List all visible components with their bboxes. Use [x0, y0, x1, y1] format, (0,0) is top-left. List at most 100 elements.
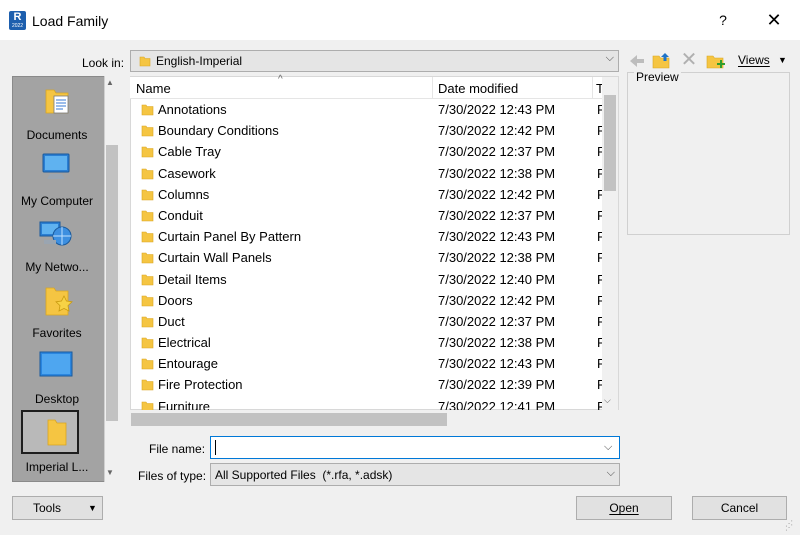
scroll-up-icon[interactable]: ▲	[106, 78, 114, 87]
file-rows: Annotations 7/30/2022 12:43 PM F Boundary C…	[131, 99, 605, 410]
list-item[interactable]: Curtain Wall Panels 7/30/2022 12:38 PM F	[131, 247, 605, 268]
chevron-down-icon[interactable]: ⌵	[604, 441, 612, 454]
list-item[interactable]: Electrical 7/30/2022 12:38 PM F	[131, 332, 605, 353]
file-name: Conduit	[158, 207, 203, 223]
file-name: Boundary Conditions	[158, 123, 279, 139]
folder-icon	[141, 147, 154, 158]
place-desktop[interactable]: Desktop	[12, 346, 102, 410]
preview-panel	[627, 72, 790, 235]
dropdown-arrow-icon: ▼	[88, 503, 97, 513]
text-cursor	[215, 440, 216, 455]
dialog-title: Load Family	[32, 13, 109, 29]
file-name: Entourage	[158, 356, 218, 372]
list-item[interactable]: Boundary Conditions 7/30/2022 12:42 PM F	[131, 120, 605, 141]
list-item[interactable]: Doors 7/30/2022 12:42 PM F	[131, 290, 605, 311]
tools-label: Tools	[33, 501, 62, 515]
sort-ascending-icon: ^	[278, 74, 283, 85]
scroll-down-icon[interactable]: ▼	[106, 468, 114, 477]
back-arrow-icon[interactable]	[628, 52, 646, 70]
place-favorites[interactable]: Favorites	[12, 280, 102, 344]
list-item[interactable]: Columns 7/30/2022 12:42 PM F	[131, 184, 605, 205]
list-item[interactable]: Casework 7/30/2022 12:38 PM F	[131, 163, 605, 184]
column-divider[interactable]	[432, 77, 433, 99]
column-date-modified[interactable]: Date modified	[438, 81, 518, 96]
file-date: 7/30/2022 12:37 PM	[438, 144, 556, 160]
file-date: 7/30/2022 12:43 PM	[438, 102, 556, 117]
list-item[interactable]: Furniture 7/30/2022 12:41 PM F	[131, 396, 605, 410]
file-date: 7/30/2022 12:38 PM	[438, 335, 556, 351]
resize-grip-icon[interactable]: ⋰ ⋰	[785, 520, 793, 532]
computer-icon	[42, 153, 70, 179]
place-imperial-library[interactable]: Imperial L...	[12, 412, 102, 476]
file-name: Furniture	[158, 398, 211, 410]
folder-icon	[141, 210, 154, 222]
file-date: 7/30/2022 12:37 PM	[438, 313, 556, 329]
place-my-computer[interactable]: My Computer	[12, 148, 102, 212]
list-item[interactable]: Duct 7/30/2022 12:37 PM F	[131, 311, 605, 332]
folder-icon	[141, 295, 154, 306]
views-dropdown-arrow-icon[interactable]: ▼	[778, 55, 787, 65]
folder-icon	[141, 189, 154, 201]
file-name-input[interactable]	[210, 436, 620, 459]
list-item[interactable]: Annotations 7/30/2022 12:43 PM F	[131, 99, 605, 120]
places-scrollbar-thumb[interactable]	[106, 145, 118, 421]
title-bar	[0, 0, 800, 40]
file-name: Fire Protection	[158, 377, 243, 393]
place-label: Documents	[26, 128, 88, 142]
cancel-button[interactable]: Cancel	[692, 496, 787, 520]
file-name: Cable Tray	[158, 144, 221, 160]
views-menu[interactable]: Views	[738, 53, 770, 67]
file-name: Electrical	[158, 335, 211, 351]
preview-label: Preview	[634, 70, 681, 84]
file-name: Annotations	[158, 102, 227, 117]
file-date: 7/30/2022 12:38 PM	[438, 250, 556, 266]
folder-icon	[139, 56, 151, 67]
file-name: Detail Items	[158, 271, 227, 287]
close-button[interactable]: ✕	[762, 10, 786, 30]
tools-button[interactable]: Tools ▼	[12, 496, 103, 520]
column-name[interactable]: Name	[136, 81, 171, 96]
horizontal-scrollbar-thumb[interactable]	[131, 413, 447, 426]
place-label: My Computer	[20, 194, 94, 208]
look-in-dropdown[interactable]: English-Imperial ⌵	[130, 50, 619, 72]
file-date: 7/30/2022 12:42 PM	[438, 186, 556, 202]
file-name: Curtain Wall Panels	[158, 250, 272, 266]
file-date: 7/30/2022 12:42 PM	[438, 123, 556, 139]
place-label: Favorites	[32, 326, 82, 340]
column-divider[interactable]	[592, 77, 593, 99]
open-button[interactable]: Open	[576, 496, 672, 520]
list-item[interactable]: Fire Protection 7/30/2022 12:39 PM F	[131, 374, 605, 395]
folder-icon	[141, 231, 154, 243]
files-of-type-value: All Supported Files (*.rfa, *.adsk)	[215, 468, 393, 482]
file-date: 7/30/2022 12:40 PM	[438, 271, 556, 287]
folder-icon	[141, 168, 154, 179]
list-item[interactable]: Conduit 7/30/2022 12:37 PM F	[131, 205, 605, 226]
vertical-scrollbar-thumb[interactable]	[604, 95, 616, 191]
file-name: Doors	[158, 292, 193, 308]
up-folder-icon[interactable]	[652, 52, 672, 70]
list-item[interactable]: Detail Items 7/30/2022 12:40 PM F	[131, 269, 605, 290]
file-date: 7/30/2022 12:42 PM	[438, 292, 556, 308]
favorites-icon	[45, 287, 73, 316]
column-header: ^ Name Date modified T	[130, 74, 605, 99]
place-documents[interactable]: Documents	[12, 80, 102, 144]
list-item[interactable]: Cable Tray 7/30/2022 12:37 PM F	[131, 141, 605, 162]
place-my-network[interactable]: My Netwo...	[12, 214, 102, 278]
network-icon	[39, 221, 72, 246]
file-name: Duct	[158, 313, 185, 329]
delete-icon[interactable]: ✕	[680, 50, 698, 70]
file-date: 7/30/2022 12:43 PM	[438, 229, 556, 245]
folder-icon	[141, 337, 154, 349]
scroll-down-icon[interactable]: ⌵	[604, 395, 611, 406]
list-item[interactable]: Entourage 7/30/2022 12:43 PM F	[131, 353, 605, 374]
chevron-down-icon: ⌵	[605, 52, 614, 64]
place-label: Imperial L...	[25, 460, 89, 474]
file-name: Columns	[158, 186, 210, 202]
list-item[interactable]: Curtain Panel By Pattern 7/30/2022 12:43 …	[131, 226, 605, 247]
new-folder-icon[interactable]	[706, 52, 726, 70]
file-date: 7/30/2022 12:41 PM	[438, 398, 556, 410]
revit-app-icon: R 2022	[9, 11, 26, 30]
help-button[interactable]: ?	[712, 10, 734, 30]
files-of-type-dropdown[interactable]: All Supported Files (*.rfa, *.adsk) ⌵	[210, 463, 620, 486]
place-label: Desktop	[34, 392, 80, 406]
